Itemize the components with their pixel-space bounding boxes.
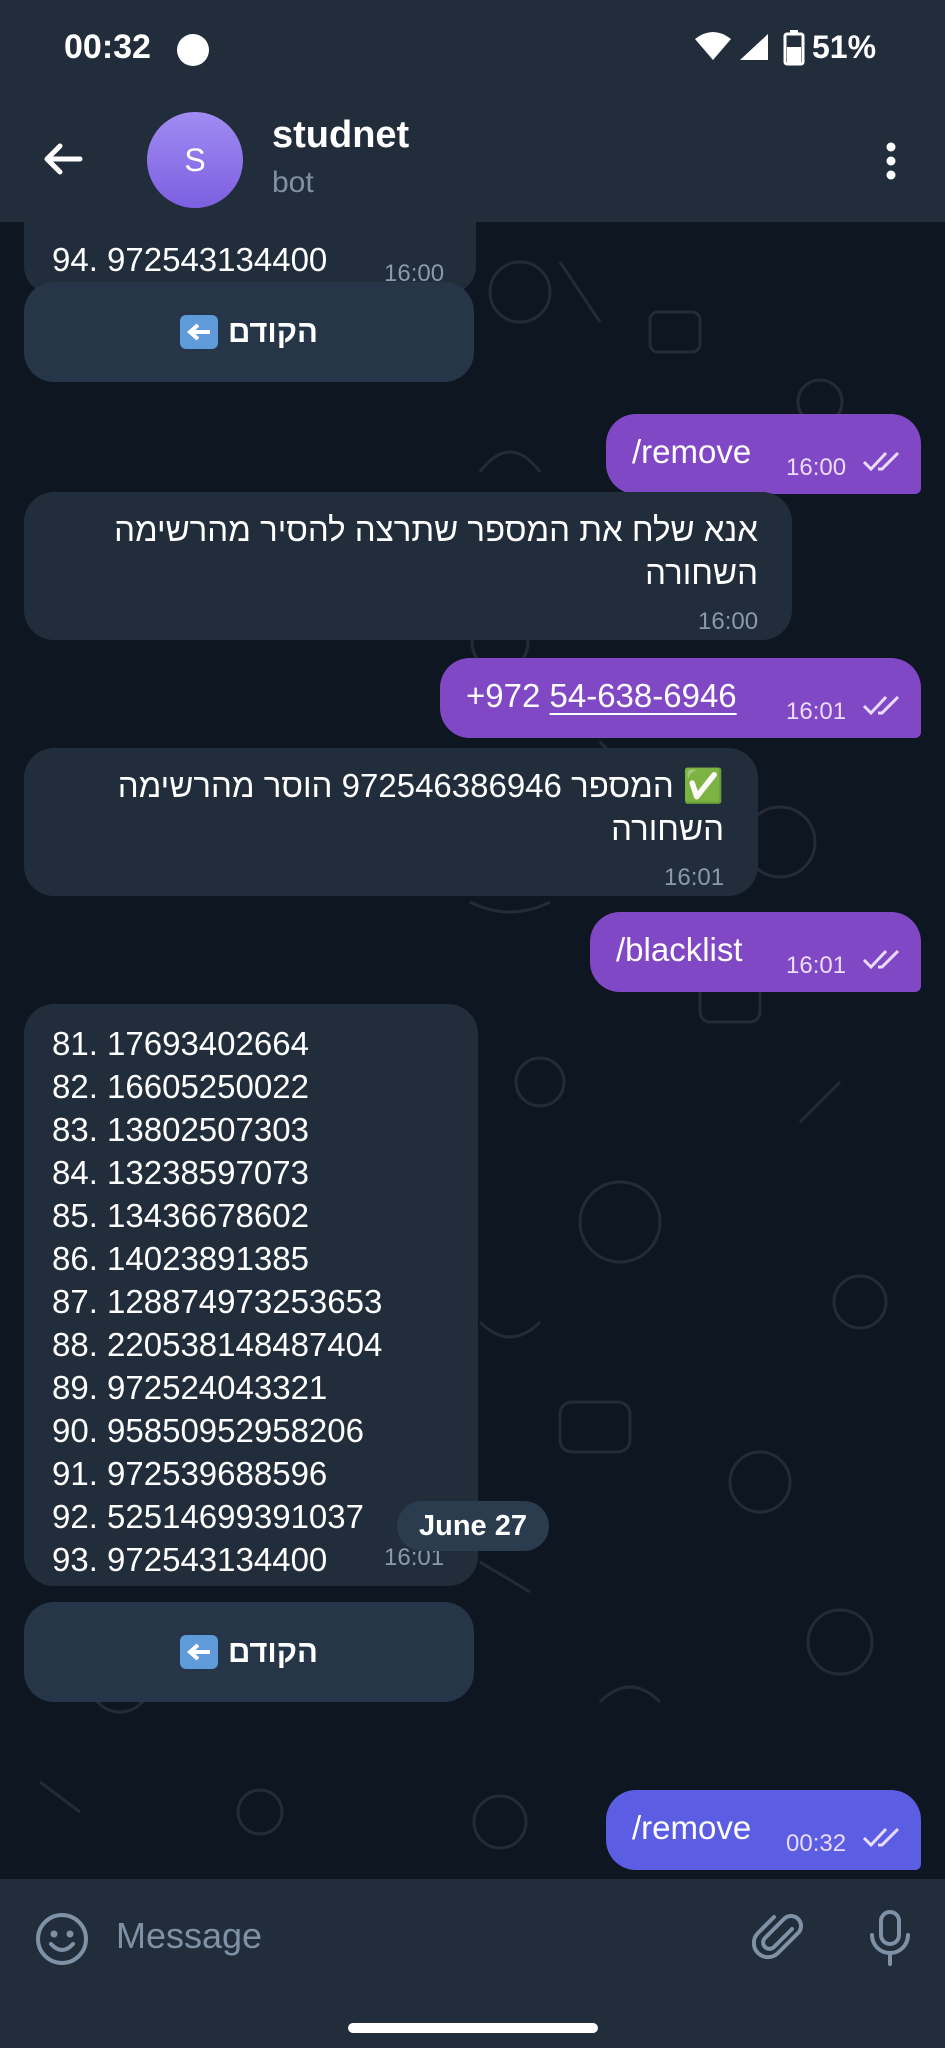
check-mark-emoji-icon: ✅ xyxy=(682,767,724,804)
message-text: 94. 972543134400 xyxy=(52,241,328,278)
back-arrow-icon[interactable] xyxy=(38,134,88,184)
phone-number-link[interactable]: 54-638-6946 xyxy=(550,677,737,714)
message-text: ✅ המספר 972546386946 הוסר מהרשימה השחורה xyxy=(117,767,724,847)
message-text: אנא שלח את המספר שתרצה להסיר מהרשימה השח… xyxy=(114,511,758,591)
double-check-icon xyxy=(862,695,900,716)
more-vert-icon[interactable] xyxy=(876,136,906,186)
double-check-icon xyxy=(862,1827,900,1848)
list-item: 88. 220538148487404 xyxy=(52,1326,383,1363)
blacklist-list: 81. 17693402664 82. 16605250022 83. 1380… xyxy=(52,1022,382,1581)
message-time: 00:32 xyxy=(786,1830,847,1857)
status-time: 00:32 xyxy=(64,28,151,66)
chat-title[interactable]: studnet xyxy=(272,114,409,157)
signal-icon xyxy=(740,34,768,60)
status-bar: 00:32 51% xyxy=(0,0,945,100)
chat-area[interactable]: 94. 972543134400 16:00 הקודם /remove 16:… xyxy=(0,222,945,1879)
message-text: +972 54-638-6946 xyxy=(466,677,737,714)
date-separator: June 27 xyxy=(397,1501,549,1551)
battery-percent: 51% xyxy=(812,29,877,65)
left-arrow-emoji-icon xyxy=(179,1635,218,1669)
list-item: 90. 95850952958206 xyxy=(52,1412,364,1449)
battery-icon xyxy=(783,30,805,66)
message-bubble-incoming[interactable]: 81. 17693402664 82. 16605250022 83. 1380… xyxy=(24,1004,478,1586)
left-arrow-emoji-icon xyxy=(179,315,218,349)
message-time: 16:00 xyxy=(698,608,759,635)
message-time: 16:01 xyxy=(664,864,725,891)
avatar-letter: S xyxy=(184,141,206,178)
message-bubble-outgoing[interactable]: /remove 16:00 xyxy=(606,414,921,494)
emoji-icon[interactable] xyxy=(34,1911,90,1967)
avatar[interactable]: S xyxy=(147,112,243,208)
message-bubble-outgoing[interactable]: /blacklist 16:01 xyxy=(590,912,921,992)
keyboard-button-label: הקודם xyxy=(227,314,319,349)
chat-header: S studnet bot xyxy=(0,100,945,222)
message-text: /remove xyxy=(632,433,752,470)
list-item: 84. 13238597073 xyxy=(52,1154,309,1191)
double-check-icon xyxy=(862,451,900,472)
inline-keyboard-button[interactable]: הקודם xyxy=(24,282,474,382)
inline-keyboard-button[interactable]: הקודם xyxy=(24,1602,474,1702)
keyboard-button-label: הקודם xyxy=(227,1634,319,1669)
home-gesture-pill[interactable] xyxy=(348,2023,598,2033)
mic-icon[interactable] xyxy=(864,1909,916,1967)
message-input-bar: Message xyxy=(0,1879,945,1993)
message-time: 16:01 xyxy=(786,698,847,725)
message-bubble-outgoing[interactable]: +972 54-638-6946 16:01 xyxy=(440,658,921,738)
double-check-icon xyxy=(862,949,900,970)
list-item: 87. 128874973253653 xyxy=(52,1283,383,1320)
message-text: /remove xyxy=(632,1809,752,1846)
message-bubble-incoming[interactable]: ✅ המספר 972546386946 הוסר מהרשימה השחורה… xyxy=(24,748,758,896)
message-bubble-incoming[interactable]: אנא שלח את המספר שתרצה להסיר מהרשימה השח… xyxy=(24,492,792,640)
attach-icon[interactable] xyxy=(752,1909,808,1965)
list-item: 93. 972543134400 xyxy=(52,1541,328,1578)
list-item: 91. 972539688596 xyxy=(52,1455,328,1492)
list-item: 86. 14023891385 xyxy=(52,1240,309,1277)
message-time: 16:00 xyxy=(786,454,847,481)
message-text: /blacklist xyxy=(616,931,743,968)
list-item: 83. 13802507303 xyxy=(52,1111,309,1148)
system-nav-bar xyxy=(0,1993,945,2048)
message-input[interactable]: Message xyxy=(116,1915,262,1957)
list-item: 81. 17693402664 xyxy=(52,1025,309,1062)
message-time: 16:01 xyxy=(786,952,847,979)
notification-dot-icon xyxy=(177,34,209,66)
list-item: 89. 972524043321 xyxy=(52,1369,328,1406)
list-item: 92. 52514699391037 xyxy=(52,1498,364,1535)
wifi-icon xyxy=(695,32,731,60)
message-bubble-outgoing[interactable]: /remove 00:32 xyxy=(606,1790,921,1870)
list-item: 82. 16605250022 xyxy=(52,1068,309,1105)
list-item: 85. 13436678602 xyxy=(52,1197,309,1234)
chat-subtitle: bot xyxy=(272,166,314,199)
